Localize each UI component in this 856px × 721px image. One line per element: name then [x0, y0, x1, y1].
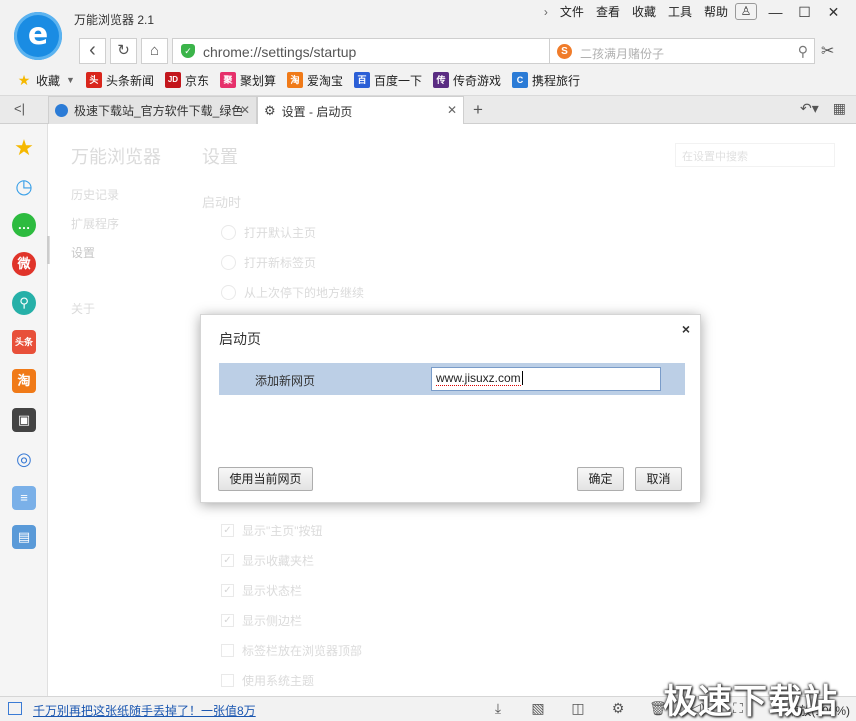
tab-bar: <| 极速下载站_官方软件下载_绿色 ✕ ⚙ 设置 - 启动页 ✕ + ↶▾ ▦: [0, 96, 856, 125]
close-button[interactable]: ✕: [819, 2, 848, 22]
notepad-icon[interactable]: ≡: [12, 486, 36, 510]
url-text[interactable]: chrome://settings/startup: [203, 44, 356, 60]
tab-close-icon[interactable]: ✕: [447, 103, 457, 117]
favorites-star-icon[interactable]: ★: [12, 136, 36, 160]
taobao-icon[interactable]: 淘: [12, 369, 36, 393]
tab-settings[interactable]: ⚙ 设置 - 启动页 ✕: [257, 96, 464, 125]
title-bar: e 万能浏览器 2.1 › 文件 查看 收藏 工具 帮助 ♙ — ☐ ✕ ‹ ↻…: [0, 0, 856, 96]
tab-grid-icon[interactable]: ▦: [833, 100, 846, 117]
cancel-button[interactable]: 取消: [635, 467, 682, 491]
chevron-right-icon[interactable]: ›: [538, 4, 554, 20]
toutiao-icon: 头: [85, 72, 102, 88]
taobao-icon: 淘: [286, 72, 303, 88]
download-icon[interactable]: ⤓: [478, 700, 518, 717]
search-circle-icon[interactable]: ⚲: [12, 291, 36, 315]
settings-gear-icon[interactable]: ⚙: [598, 700, 638, 717]
bookmarks-bar: ★ 收藏 ▼ 头 头条新闻 JD 京东 聚 聚划算 淘 爱淘宝 百 百度一下 传…: [16, 70, 591, 90]
chevron-down-icon[interactable]: ▼: [66, 75, 75, 85]
user-icon[interactable]: ♙: [735, 3, 757, 20]
sidebar-collapse-icon[interactable]: <|: [14, 101, 25, 116]
startup-pages-dialog: 启动页 × 添加新网页 www.jisuxz.com 使用当前网页 确定 取消: [200, 314, 701, 503]
bookmark-jd[interactable]: JD 京东: [164, 72, 209, 89]
dialog-close-icon[interactable]: ×: [682, 321, 690, 337]
status-bar: 千万别再把这张纸随手丢掉了！一张值8万 ⤓ ▧ ◫ ⚙ 🗑 ◁) ⛶ ⊕ 缩放(…: [0, 682, 856, 721]
menu-file[interactable]: 文件: [554, 4, 590, 20]
secure-shield-icon: ✓: [181, 44, 195, 58]
home-button[interactable]: ⌂: [141, 38, 168, 64]
bookmark-favorites[interactable]: ★ 收藏 ▼: [16, 72, 75, 89]
news-icon[interactable]: [8, 702, 22, 715]
gamepad-icon[interactable]: ◎: [12, 447, 36, 471]
image-icon[interactable]: ▧: [518, 700, 558, 717]
dialog-title: 启动页: [219, 331, 261, 347]
star-icon: ★: [17, 72, 31, 88]
site-favicon-icon: [55, 104, 68, 117]
jd-icon: JD: [164, 72, 181, 88]
left-sidebar: ★ ◷ … 微 ⚲ 头条 淘 ▣ ◎ ≡ ▤: [0, 124, 48, 696]
undo-close-icon[interactable]: ↶▾: [800, 100, 819, 117]
new-page-url-input[interactable]: www.jisuxz.com: [431, 367, 661, 391]
menu-tools[interactable]: 工具: [662, 4, 698, 20]
bookmark-toutiao[interactable]: 头 头条新闻: [85, 72, 154, 89]
menu-favorites[interactable]: 收藏: [626, 4, 662, 20]
minimize-button[interactable]: —: [761, 2, 790, 22]
refresh-button[interactable]: ↻: [110, 38, 137, 64]
gear-icon: ⚙: [264, 103, 276, 118]
weibo-icon[interactable]: 微: [12, 252, 36, 276]
new-tab-button[interactable]: +: [473, 100, 483, 120]
navigation-row: ‹ ↻ ⌂ ✓ chrome://settings/startup ☆ ϟ ⌄ …: [76, 37, 846, 65]
browser-logo: e: [14, 12, 62, 60]
search-engine-icon[interactable]: S: [557, 44, 572, 59]
news-ticker-link[interactable]: 千万别再把这张纸随手丢掉了！一张值8万: [33, 702, 256, 719]
baidu-paw-icon: 百: [354, 72, 370, 88]
wechat-icon[interactable]: …: [12, 213, 36, 237]
search-box[interactable]: S 二孩满月赌份子 ⚲: [549, 38, 815, 64]
bookmark-baidu[interactable]: 百 百度一下: [354, 72, 422, 89]
use-current-pages-button[interactable]: 使用当前网页: [218, 467, 313, 491]
search-icon[interactable]: ⚲: [798, 43, 808, 60]
ok-button[interactable]: 确定: [577, 467, 624, 491]
window-controls: ♙ — ☐ ✕: [735, 2, 848, 22]
add-page-label: 添加新网页: [255, 374, 316, 388]
menu-view[interactable]: 查看: [590, 4, 626, 20]
add-page-row: 添加新网页 www.jisuxz.com: [219, 363, 685, 395]
history-clock-icon[interactable]: ◷: [12, 175, 36, 199]
bookmark-aitaobao[interactable]: 淘 爱淘宝: [286, 72, 343, 89]
bookmark-chuanqi[interactable]: 传 传奇游戏: [433, 72, 501, 89]
split-screen-icon[interactable]: ◫: [558, 700, 598, 717]
menu-help[interactable]: 帮助: [698, 4, 734, 20]
tab-tools: ↶▾ ▦: [800, 100, 846, 117]
tab-jisuxz[interactable]: 极速下载站_官方软件下载_绿色 ✕: [48, 96, 257, 124]
video-film-icon[interactable]: ▣: [12, 408, 36, 432]
text-caret: [521, 371, 523, 385]
screenshot-scissors-icon[interactable]: ✂: [821, 41, 834, 61]
app-title: 万能浏览器 2.1: [74, 13, 155, 27]
search-input[interactable]: 二孩满月赌份子: [580, 45, 664, 62]
ctrip-icon: C: [512, 72, 529, 88]
back-button[interactable]: ‹: [79, 38, 106, 64]
watermark: 极速下载站: [663, 682, 838, 721]
bookmark-ctrip[interactable]: C 携程旅行: [512, 72, 580, 89]
maximize-button[interactable]: ☐: [790, 2, 819, 22]
top-menu: › 文件 查看 收藏 工具 帮助: [538, 4, 734, 20]
game-icon: 传: [433, 72, 450, 88]
juhuasuan-icon: 聚: [219, 72, 236, 88]
tab-close-icon[interactable]: ✕: [240, 103, 250, 117]
calculator-icon[interactable]: ▤: [12, 525, 36, 549]
bookmark-juhuasuan[interactable]: 聚 聚划算: [219, 72, 276, 89]
toutiao-icon[interactable]: 头条: [12, 330, 36, 354]
